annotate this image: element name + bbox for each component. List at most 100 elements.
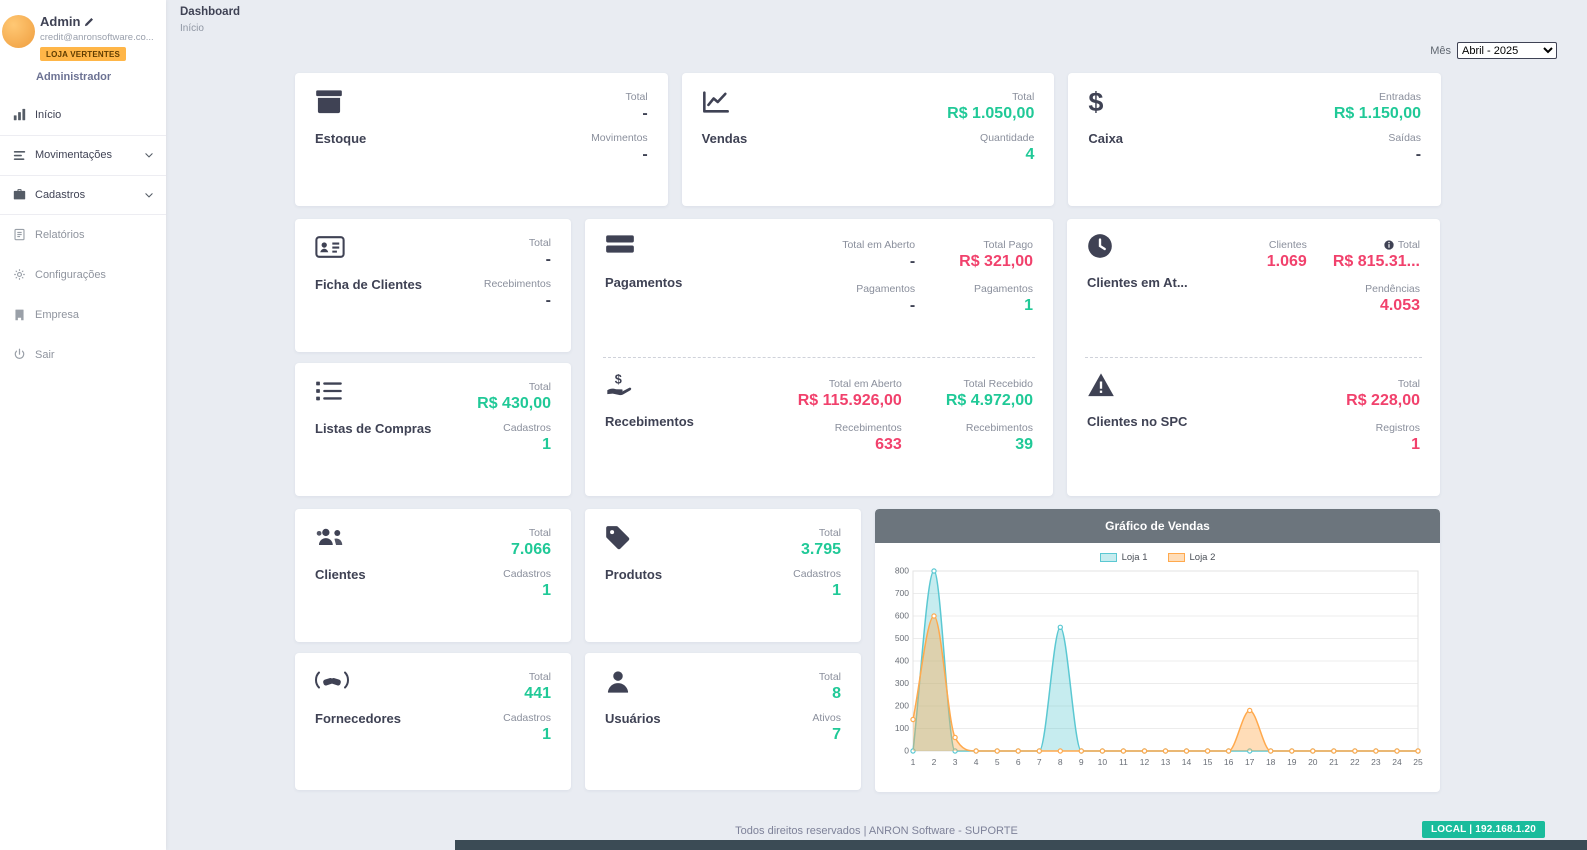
stat-value: 1 [1024,297,1033,315]
svg-text:12: 12 [1140,757,1150,767]
clipboard-icon [12,228,26,241]
svg-text:11: 11 [1119,757,1128,767]
card-usuarios: Usuários Total8 Ativos7 [585,653,861,790]
sidebar-item-empresa[interactable]: Empresa [0,295,166,335]
svg-text:9: 9 [1079,757,1084,767]
stat-value: 3.795 [801,541,841,559]
svg-text:5: 5 [995,757,1000,767]
sidebar-item-label: Empresa [35,309,79,321]
svg-text:25: 25 [1413,757,1423,767]
stat-value: - [910,297,915,315]
section-recebimentos: $ Recebimentos Total em AbertoR$ 115.926… [585,358,1053,496]
svg-text:8: 8 [1058,757,1063,767]
sidebar-item-configuracoes[interactable]: Configurações [0,255,166,295]
sidebar-item-movimentacoes[interactable]: Movimentações [0,135,166,175]
svg-text:$: $ [615,372,622,386]
breadcrumb[interactable]: Início [180,23,1587,34]
svg-text:200: 200 [895,701,909,711]
legend-item[interactable]: Loja 1 [1100,552,1148,563]
sidebar-item-label: Relatórios [35,229,85,241]
svg-text:15: 15 [1203,757,1213,767]
user-icon [605,669,661,699]
svg-text:16: 16 [1224,757,1234,767]
card-pagamentos-recebimentos: Pagamentos Total em Aberto- Pagamentos- … [585,219,1053,496]
sidebar-item-relatorios[interactable]: Relatórios [0,215,166,255]
stat-value: - [1416,146,1421,164]
card-title: Vendas [702,131,748,148]
user-block: Admin credit@anronsoftware.co... LOJA VE… [0,0,166,83]
stat-value: 7.066 [511,541,551,559]
svg-text:18: 18 [1266,757,1276,767]
stat-value: 7 [832,726,841,744]
handshake-icon [315,669,401,699]
sidebar-item-label: Configurações [35,269,106,281]
stat-value: - [910,253,915,271]
chevron-down-icon [144,150,154,160]
card-title: Clientes em At... [1087,275,1188,292]
svg-text:10: 10 [1098,757,1108,767]
card-title: Recebimentos [605,414,694,431]
stat-value: 1 [542,582,551,600]
svg-text:22: 22 [1350,757,1360,767]
legend-swatch [1100,553,1117,562]
sidebar-item-sair[interactable]: Sair [0,335,166,375]
stat-value: 39 [1015,436,1033,454]
sidebar-item-label: Início [35,109,61,121]
svg-text:20: 20 [1308,757,1318,767]
chevron-down-icon [144,190,154,200]
card-title: Produtos [605,567,662,584]
svg-text:14: 14 [1182,757,1192,767]
support-link[interactable]: SUPORTE [965,825,1018,837]
stat-value: 1.069 [1267,253,1307,271]
dollar-icon: $ [1088,89,1123,119]
card-title: Usuários [605,711,661,728]
main-content: Dashboard Início Mês Abril - 2025 Estoqu… [166,0,1587,850]
power-icon [12,348,26,361]
svg-text:400: 400 [895,656,909,666]
stat-value: 4 [1025,146,1034,164]
card-title: Clientes no SPC [1087,414,1187,431]
stat-value: 1 [542,726,551,744]
card-estoque: Estoque Total- Movimentos- [295,73,668,206]
card-title: Listas de Compras [315,421,431,438]
stat-value: R$ 321,00 [959,253,1033,271]
sidebar-item-inicio[interactable]: Início [0,95,166,135]
stat-value: R$ 815.31... [1333,253,1420,271]
user-email: credit@anronsoftware.co... [40,32,158,43]
stat-value: - [546,251,551,269]
card-listas-compras: Listas de Compras TotalR$ 430,00 Cadastr… [295,363,571,496]
sidebar-item-label: Sair [35,349,55,361]
stat-value: R$ 1.150,00 [1334,105,1421,123]
stat-value: R$ 115.926,00 [798,392,902,410]
edit-pencil-icon[interactable] [84,17,94,27]
sidebar-item-label: Movimentações [35,149,112,161]
info-icon[interactable] [1384,240,1394,250]
card-ficha-clientes: Ficha de Clientes Total- Recebimentos- [295,219,571,352]
svg-text:0: 0 [904,746,909,756]
card-title: Fornecedores [315,711,401,728]
card-title: Ficha de Clientes [315,277,422,294]
sidebar-item-cadastros[interactable]: Cadastros [0,175,166,215]
svg-text:19: 19 [1287,757,1297,767]
svg-text:800: 800 [895,566,909,576]
svg-text:4: 4 [974,757,979,767]
avatar [2,15,35,48]
card-caixa: $ Caixa EntradasR$ 1.150,00 Saídas- [1068,73,1441,206]
stat-value: R$ 228,00 [1346,392,1420,410]
card-title: Estoque [315,131,366,148]
stat-value: R$ 4.972,00 [946,392,1033,410]
warning-triangle-icon [1087,372,1187,402]
stat-value: R$ 1.050,00 [947,105,1034,123]
gear-icon [12,268,26,281]
svg-text:6: 6 [1016,757,1021,767]
month-select[interactable]: Abril - 2025 [1457,42,1557,59]
bottom-bar [455,840,1587,850]
legend-item[interactable]: Loja 2 [1168,552,1216,563]
sidebar-menu: Início Movimentações Cadastros Relatório… [0,95,166,375]
stat-value: 8 [832,685,841,703]
building-icon [12,308,26,321]
chart-title: Gráfico de Vendas [875,509,1440,543]
sidebar-item-label: Cadastros [35,189,85,201]
page-title: Dashboard [180,6,1587,18]
sales-chart: 0100200300400500600700800123456789101112… [885,563,1430,769]
